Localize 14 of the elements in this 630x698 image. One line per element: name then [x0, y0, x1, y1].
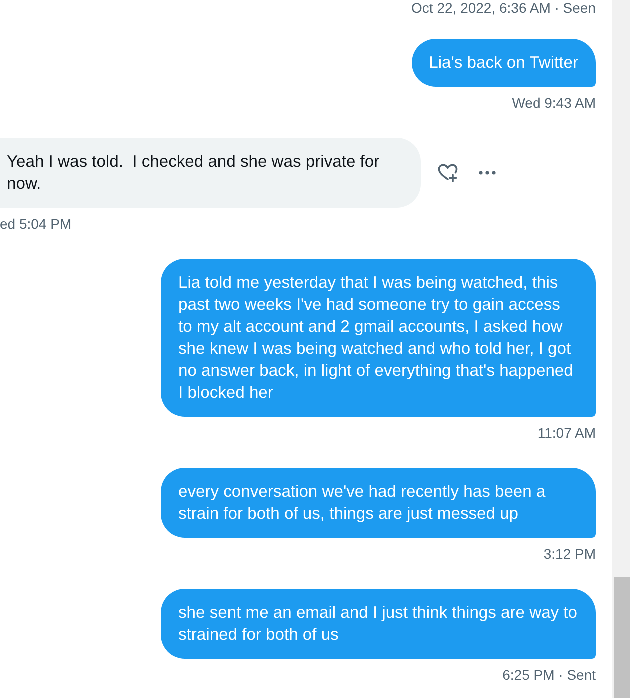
message-bubble: every conversation we've had recently has been a strain for both of us, things are just messed up: [161, 468, 596, 538]
message-timestamp: 6:25 PM · Sent: [502, 667, 596, 683]
heart-plus-icon[interactable]: [438, 164, 458, 182]
message-timestamp: ed 5:04 PM: [0, 216, 72, 232]
message-bubble: Yeah I was told. I checked and she was private for now.: [0, 138, 421, 208]
more-options-icon[interactable]: [479, 171, 496, 175]
message-timestamp: 11:07 AM: [538, 425, 596, 441]
message-bubble: she sent me an email and I just think things are way to strained for both of us: [161, 589, 596, 659]
message-timestamp: 3:12 PM: [544, 546, 596, 562]
message-status: Oct 22, 2022, 6:36 AM · Seen: [412, 0, 596, 16]
message-bubble: Lia's back on Twitter: [412, 39, 596, 87]
scrollbar-thumb[interactable]: [614, 577, 630, 698]
message-timestamp: Wed 9:43 AM: [512, 95, 596, 111]
message-bubble: Lia told me yesterday that I was being watched, this past two weeks I've had someone try to gain access to my alt account and 2 gmail accounts, I asked how she knew I was being watched and who told her, I got no answer back, in light of everything that's happened I blocked her: [161, 259, 596, 417]
